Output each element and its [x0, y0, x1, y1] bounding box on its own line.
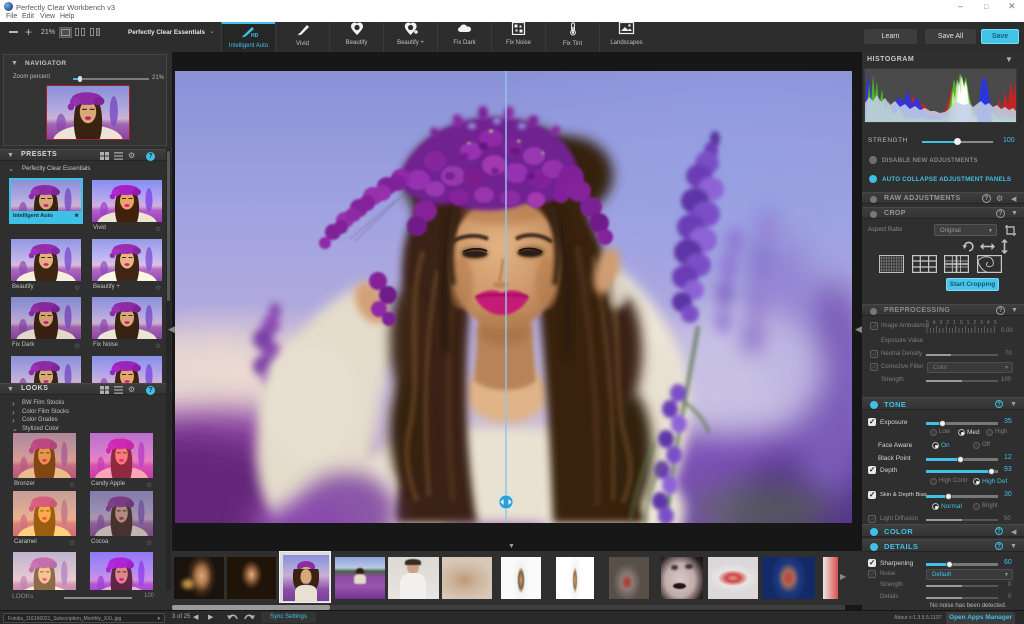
svg-text:HD: HD [251, 33, 259, 38]
